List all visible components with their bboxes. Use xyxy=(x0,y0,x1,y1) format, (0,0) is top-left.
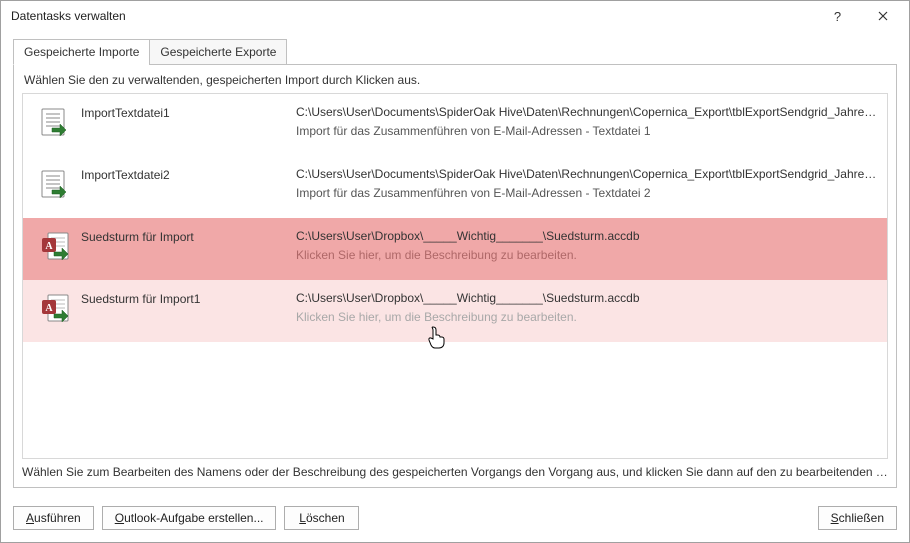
list-item[interactable]: ImportTextdatei1 C:\Users\User\Documents… xyxy=(23,94,887,156)
item-details: C:\Users\User\Documents\SpiderOak Hive\D… xyxy=(296,166,879,203)
item-details: C:\Users\User\Documents\SpiderOak Hive\D… xyxy=(296,104,879,141)
import-list: ImportTextdatei1 C:\Users\User\Documents… xyxy=(22,93,888,459)
run-button[interactable]: Ausführen xyxy=(13,506,94,530)
help-button[interactable]: ? xyxy=(815,1,860,31)
item-desc: Import für das Zusammenführen von E-Mail… xyxy=(296,123,879,140)
item-details: C:\Users\User\Dropbox\_____Wichtig______… xyxy=(296,290,879,327)
item-details: C:\Users\User\Dropbox\_____Wichtig______… xyxy=(296,228,879,265)
item-desc: Import für das Zusammenführen von E-Mail… xyxy=(296,185,879,202)
button-bar: Ausführen Outlook-Aufgabe erstellen... L… xyxy=(1,498,909,542)
tabstrip: Gespeicherte Importe Gespeicherte Export… xyxy=(13,39,897,65)
item-desc: Klicken Sie hier, um die Beschreibung zu… xyxy=(296,309,879,326)
item-desc: Klicken Sie hier, um die Beschreibung zu… xyxy=(296,247,879,264)
delete-button[interactable]: Löschen xyxy=(284,506,359,530)
svg-text:A: A xyxy=(45,303,53,314)
content-area: Gespeicherte Importe Gespeicherte Export… xyxy=(1,31,909,498)
outlook-task-button[interactable]: Outlook-Aufgabe erstellen... xyxy=(102,506,277,530)
access-import-icon: A xyxy=(31,290,81,324)
list-item[interactable]: A Suedsturm für Import C:\Users\User\Dro… xyxy=(23,218,887,280)
tab-panel: Wählen Sie den zu verwaltenden, gespeich… xyxy=(13,64,897,488)
footnote-text: Wählen Sie zum Bearbeiten des Namens ode… xyxy=(22,465,888,479)
dialog-window: Datentasks verwalten ? Gespeicherte Impo… xyxy=(0,0,910,543)
close-button[interactable]: Schließen xyxy=(818,506,897,530)
item-path: C:\Users\User\Dropbox\_____Wichtig______… xyxy=(296,228,879,245)
tab-saved-imports[interactable]: Gespeicherte Importe xyxy=(13,39,150,65)
item-name: ImportTextdatei1 xyxy=(81,104,296,120)
list-item[interactable]: A Suedsturm für Import1 C:\Users\User\Dr… xyxy=(23,280,887,342)
close-window-button[interactable] xyxy=(860,1,905,31)
titlebar: Datentasks verwalten ? xyxy=(1,1,909,31)
item-name: Suedsturm für Import xyxy=(81,228,296,244)
item-path: C:\Users\User\Documents\SpiderOak Hive\D… xyxy=(296,166,879,183)
textfile-import-icon xyxy=(31,166,81,200)
access-import-icon: A xyxy=(31,228,81,262)
item-name: ImportTextdatei2 xyxy=(81,166,296,182)
textfile-import-icon xyxy=(31,104,81,138)
instruction-text: Wählen Sie den zu verwaltenden, gespeich… xyxy=(24,73,888,87)
item-path: C:\Users\User\Dropbox\_____Wichtig______… xyxy=(296,290,879,307)
svg-text:A: A xyxy=(45,241,53,252)
item-path: C:\Users\User\Documents\SpiderOak Hive\D… xyxy=(296,104,879,121)
list-item[interactable]: ImportTextdatei2 C:\Users\User\Documents… xyxy=(23,156,887,218)
item-name: Suedsturm für Import1 xyxy=(81,290,296,306)
window-title: Datentasks verwalten xyxy=(11,9,815,23)
tab-saved-exports[interactable]: Gespeicherte Exporte xyxy=(149,39,287,65)
